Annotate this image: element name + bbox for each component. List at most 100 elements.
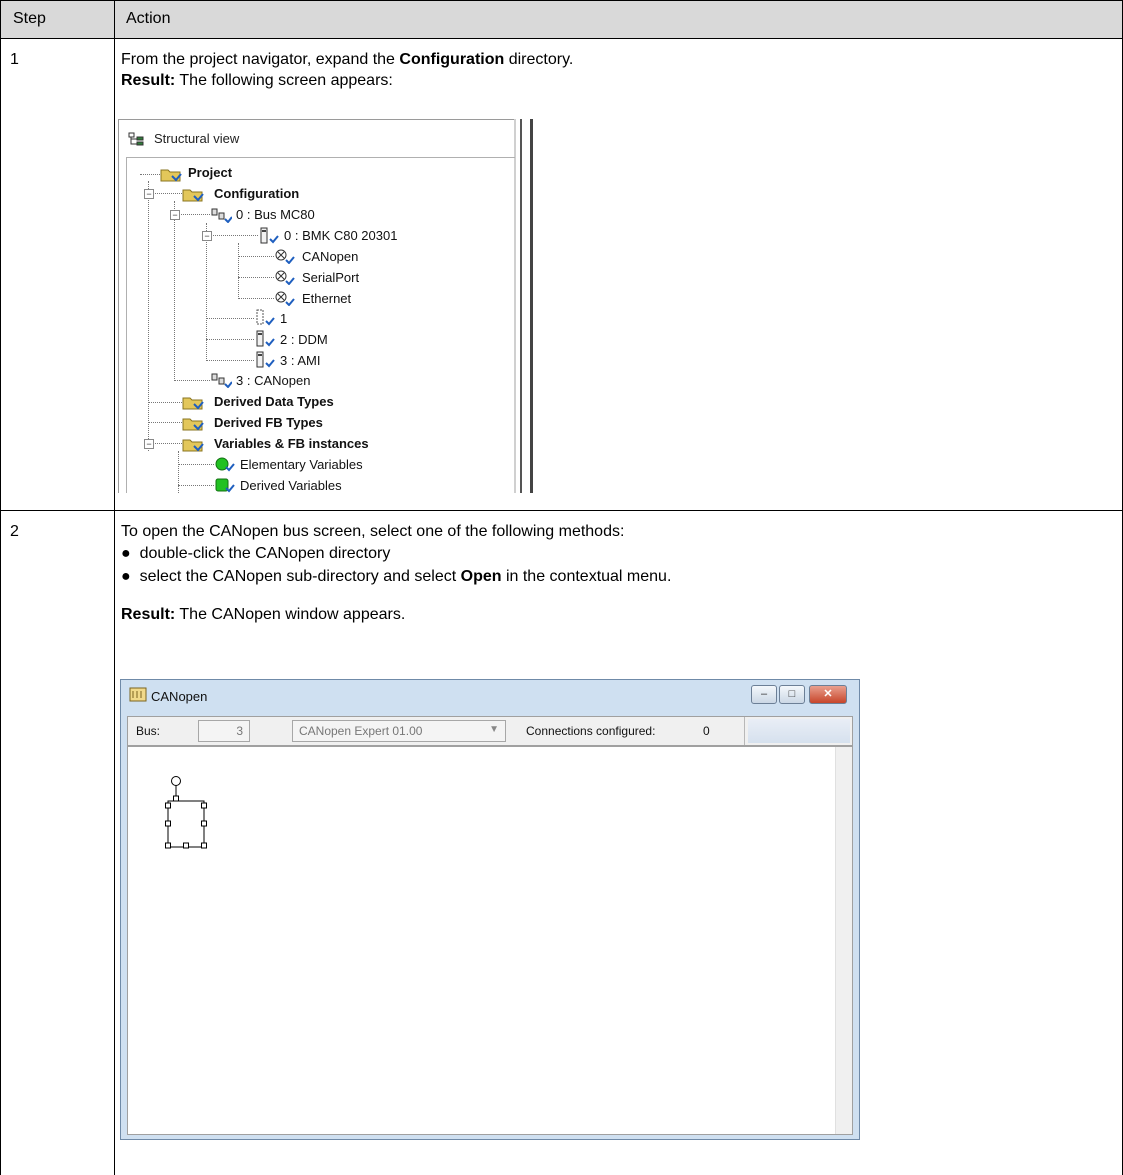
window-title: CANopen <box>151 689 208 704</box>
maximize-button[interactable]: □ <box>779 685 805 704</box>
device-select-value: CANopen Expert 01.00 <box>299 724 423 738</box>
folder-icon <box>182 418 204 431</box>
header-step: Step <box>13 10 46 27</box>
tree-connector <box>174 201 175 381</box>
step-1-text-end: directory. <box>504 51 574 68</box>
tree-connector <box>148 181 149 451</box>
step-2-bullet-1: ● double-click the CANopen directory <box>121 545 390 563</box>
tree-node-derived-variables[interactable]: Derived Variables <box>240 478 342 493</box>
device-select[interactable]: CANopen Expert 01.00 ▼ <box>292 720 506 742</box>
toolbar-divider <box>744 717 745 745</box>
tree-node-project[interactable]: Project <box>188 165 232 180</box>
module-icon <box>256 330 275 347</box>
table-border-left <box>0 0 1 1175</box>
folder-icon <box>182 439 204 452</box>
tree-connector <box>238 256 274 257</box>
bus-canvas[interactable] <box>127 746 853 1135</box>
splitter-edge <box>530 119 533 493</box>
vertical-scrollbar[interactable] <box>835 747 852 1134</box>
folder-icon <box>182 189 204 202</box>
tree-connector <box>148 402 182 403</box>
bullet-2-bold: Open <box>460 568 502 585</box>
tree-node-ami[interactable]: 3 : AMI <box>280 353 320 368</box>
tree-node-serial-port[interactable]: SerialPort <box>302 270 359 285</box>
chevron-down-icon[interactable]: ▼ <box>489 724 499 735</box>
tree-connector <box>206 360 254 361</box>
tree-node-canopen-port[interactable]: CANopen <box>302 249 358 264</box>
tree-node-derived-data-types[interactable]: Derived Data Types <box>214 394 334 409</box>
header-step-cell: Step <box>1 1 114 38</box>
table-border-header <box>0 38 1123 39</box>
tree-node-configuration[interactable]: Configuration <box>214 186 299 201</box>
canopen-toolbar: Bus: 3 CANopen Expert 01.00 ▼ Connection… <box>127 716 853 746</box>
toolbar-status-panel <box>748 719 850 743</box>
bullet-2-text-end: in the contextual menu. <box>501 568 672 585</box>
header-action: Action <box>126 10 171 27</box>
header-action-cell: Action <box>114 1 1122 38</box>
tree-connector <box>238 298 274 299</box>
folder-icon <box>160 169 182 182</box>
tree-node-ethernet[interactable]: Ethernet <box>302 291 351 306</box>
tree-connector <box>174 380 210 381</box>
green-variable-icon <box>215 457 235 472</box>
tree-connector <box>238 277 274 278</box>
step-1-number: 1 <box>10 51 19 68</box>
result-text: The CANopen window appears. <box>175 606 406 623</box>
tree-connector <box>140 174 160 175</box>
table-border-mid <box>114 0 115 1175</box>
bullet-2-text: select the CANopen sub-directory and sel… <box>139 568 461 585</box>
tree-node-canopen-bus[interactable]: 3 : CANopen <box>236 373 310 388</box>
structural-view-title: Structural view <box>154 131 240 146</box>
bus-icon <box>211 208 232 223</box>
tree-node-bus[interactable]: 0 : Bus MC80 <box>236 207 315 222</box>
bullet-icon: ● <box>121 545 140 562</box>
result-label: Result: <box>121 606 176 623</box>
step-2-result: Result: The CANopen window appears. <box>121 606 405 624</box>
result-label: Result: <box>121 72 176 89</box>
minimize-button[interactable]: – <box>751 685 777 704</box>
tree-node-elementary-variables[interactable]: Elementary Variables <box>240 457 363 472</box>
tree-node-variables[interactable]: Variables & FB instances <box>214 436 369 451</box>
tree-node-slot-1[interactable]: 1 <box>280 311 287 326</box>
step-2-intro: To open the CANopen bus screen, select o… <box>121 523 625 540</box>
tree-connector <box>178 464 214 465</box>
step-1-text: From the project navigator, expand the <box>121 51 400 68</box>
procedure-table: Step Action 1 From the project navigator… <box>0 0 1123 1175</box>
tree-connector <box>178 485 214 486</box>
collapse-bus-toggle[interactable]: − <box>170 210 180 220</box>
tree-connector <box>206 318 254 319</box>
connections-value: 0 <box>703 724 710 738</box>
module-icon <box>256 351 275 368</box>
tree-node-ddm[interactable]: 2 : DDM <box>280 332 328 347</box>
bus-label: Bus: <box>136 724 161 738</box>
folder-icon <box>182 397 204 410</box>
bus-icon <box>211 373 232 388</box>
collapse-cpu-toggle[interactable]: − <box>202 231 212 241</box>
bus-number-field[interactable]: 3 <box>198 720 250 742</box>
step-1-result: Result: The following screen appears: <box>121 72 393 90</box>
structural-view-panel: Structural view − − − − Project Configur… <box>118 119 536 493</box>
connections-label: Connections configured: <box>526 724 656 738</box>
module-icon <box>260 227 279 244</box>
bus-drop-icon[interactable] <box>162 773 212 855</box>
bullet-icon: ● <box>121 568 140 585</box>
tree-connector <box>206 223 207 361</box>
port-icon <box>275 291 295 306</box>
collapse-configuration-toggle[interactable]: − <box>144 189 154 199</box>
port-icon <box>275 270 295 285</box>
slot-icon <box>256 309 275 326</box>
close-button[interactable]: ✕ <box>809 685 847 704</box>
step-1-bold: Configuration <box>399 51 505 68</box>
green-variable-icon <box>215 478 235 493</box>
tree-connector <box>148 422 182 423</box>
canopen-window-icon <box>129 687 147 702</box>
tree-connector <box>206 235 258 236</box>
tree-connector <box>206 339 254 340</box>
table-border-row <box>0 510 1123 511</box>
bullet-1-text: double-click the CANopen directory <box>139 545 391 562</box>
collapse-variables-toggle[interactable]: − <box>144 439 154 449</box>
tree-connector <box>238 243 239 299</box>
tree-node-cpu[interactable]: 0 : BMK C80 20301 <box>284 228 397 243</box>
step-1-instruction: From the project navigator, expand the C… <box>121 51 573 69</box>
tree-node-derived-fb-types[interactable]: Derived FB Types <box>214 415 323 430</box>
